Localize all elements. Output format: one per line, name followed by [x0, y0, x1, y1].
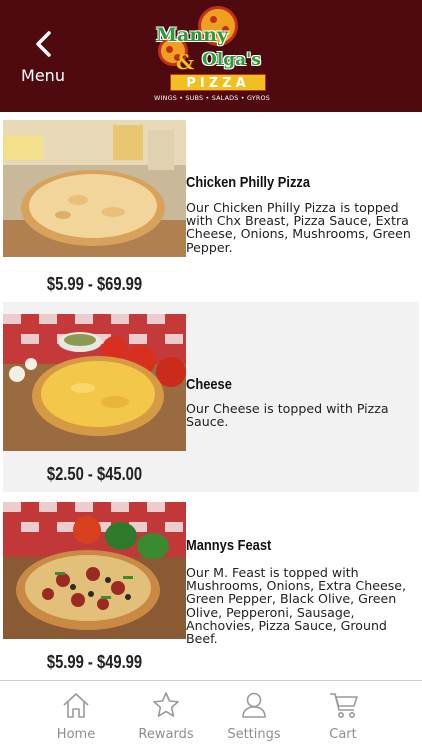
logo-text-manny: Manny [156, 24, 229, 46]
menu-item-name: Chicken Philly Pizza [186, 174, 311, 191]
bottom-tab-bar: Home Rewards Settings Cart [0, 680, 422, 750]
menu-item-price: $5.99 - $69.99 [46, 274, 143, 294]
cart-icon [330, 693, 358, 718]
star-icon [153, 692, 179, 717]
back-label: Menu [21, 66, 65, 85]
menu-item-photo [3, 502, 186, 639]
menu-item-description: Our Chicken Philly Pizza is topped with … [186, 200, 411, 255]
tab-cart[interactable]: Cart [298, 681, 388, 750]
menu-item[interactable]: Chicken Philly Pizza Our Chicken Philly … [0, 112, 422, 302]
menu-item-description: Our M. Feast is topped with Mushrooms, O… [186, 565, 407, 647]
chevron-left-icon [36, 31, 51, 57]
brand-logo: Manny & Olga's PIZZA WINGS • SUBS • SALA… [152, 6, 272, 104]
tab-cart-label: Cart [329, 727, 357, 742]
tab-rewards-label: Rewards [138, 727, 194, 742]
menu-item-photo [3, 314, 186, 451]
home-icon [63, 693, 89, 718]
menu-item-price: $5.99 - $49.99 [46, 652, 143, 672]
menu-item-name: Cheese [186, 376, 232, 393]
menu-item-name: Mannys Feast [186, 537, 272, 554]
tab-home[interactable]: Home [31, 681, 121, 750]
tab-rewards[interactable]: Rewards [121, 681, 211, 750]
menu-item-price: $2.50 - $45.00 [46, 464, 143, 484]
logo-text-pizza: PIZZA [170, 74, 266, 91]
logo-text-olgas: Olga's [202, 50, 261, 70]
tab-settings-label: Settings [227, 727, 281, 742]
tab-settings[interactable]: Settings [209, 681, 299, 750]
menu-item-photo [3, 120, 186, 257]
menu-item[interactable]: Cheese Our Cheese is topped with Pizza S… [0, 302, 422, 492]
back-to-menu-button[interactable]: Menu [18, 30, 68, 90]
logo-tagline: WINGS • SUBS • SALADS • GYROS [154, 94, 271, 102]
tab-home-label: Home [56, 727, 96, 742]
logo-ampersand: & [176, 50, 195, 74]
menu-item[interactable]: Mannys Feast Our M. Feast is topped with… [0, 492, 422, 680]
menu-item-description: Our Cheese is topped with Pizza Sauce. [186, 401, 389, 430]
menu-item-list[interactable]: Chicken Philly Pizza Our Chicken Philly … [0, 112, 422, 680]
app-header: Menu Manny & Olga's PIZZA WINGS • SUBS •… [0, 0, 422, 112]
person-icon [242, 692, 266, 718]
